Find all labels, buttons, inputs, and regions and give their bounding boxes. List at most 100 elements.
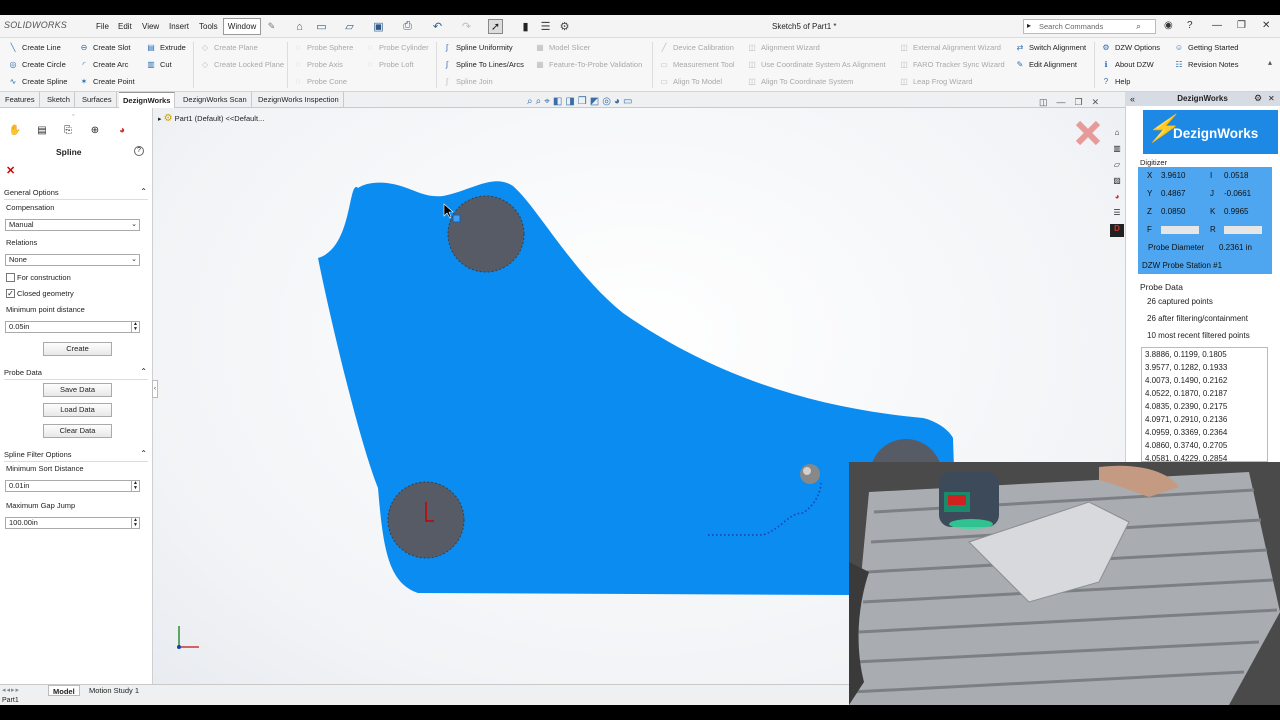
task-folder-icon[interactable]: ▱ [1110,160,1124,173]
spin-arrows-icon[interactable]: ▲ ▼ [131,518,139,528]
probe-cylinder-button[interactable]: ◌ Probe Cylinder [365,43,429,52]
task-appearance-icon[interactable]: ◕ [1110,192,1124,205]
menu-file[interactable]: File [96,22,109,31]
home-icon[interactable]: ⌂ [292,19,307,34]
tab-dezignworks-inspection[interactable]: DezignWorks Inspection [254,92,344,108]
viewport-split-icon[interactable]: ◫ [1039,97,1048,108]
minimize-icon[interactable]: — [1212,20,1222,31]
spin-arrows-icon[interactable]: ▲ ▼ [131,322,139,332]
list-item[interactable]: 4.0971, 0.2910, 0.2136 [1142,413,1267,426]
task-gallery-icon[interactable]: ▨ [1110,176,1124,189]
zoom-area-icon[interactable]: ⌕ [536,96,542,107]
create-plane-button[interactable]: ◇ Create Plane [200,43,258,52]
dynamic-annotation-icon[interactable]: ◨ [565,96,574,107]
collapse-chevron-icon[interactable]: ⌃ [140,187,147,196]
use-coord-system-button[interactable]: ◫ Use Coordinate System As Alignment [747,60,885,69]
configuration-manager-icon[interactable]: ⎘ [59,125,77,139]
pin-icon[interactable]: ✎ [264,19,279,34]
viewport-restore-icon[interactable]: ❐ [1075,97,1083,108]
restore-icon[interactable]: ❐ [1237,20,1246,31]
create-button[interactable]: Create [43,342,112,356]
undo-icon[interactable]: ↶ [430,19,445,34]
list-item[interactable]: 3.8886, 0.1199, 0.1805 [1142,348,1267,361]
tab-surfaces[interactable]: Surfaces [78,92,117,108]
switch-alignment-button[interactable]: ⇄ Switch Alignment [1015,43,1086,52]
probe-axis-button[interactable]: ◌ Probe Axis [293,60,343,69]
closed-geometry-checkbox[interactable]: ✓ [6,289,15,298]
display-style-icon[interactable]: ◩ [590,96,599,107]
tab-dezignworks[interactable]: DezignWorks [119,92,176,108]
panel-splitter-handle[interactable]: ◦ [72,112,74,119]
close-x-icon[interactable] [1075,120,1101,146]
save-icon[interactable]: ▣ [371,19,386,34]
align-to-coord-button[interactable]: ◫ Align To Coordinate System [747,77,853,86]
collapse-ribbon-icon[interactable]: ▴ [1268,58,1272,67]
probe-data-header[interactable]: Probe Data ⌃ [4,367,148,380]
list-item[interactable]: 4.0835, 0.2390, 0.2175 [1142,400,1267,413]
tab-model[interactable]: Model [48,685,80,696]
probe-loft-button[interactable]: ◌ Probe Loft [365,60,414,69]
print-icon[interactable]: ⎙ [400,19,415,34]
external-alignment-button[interactable]: ◫ External Alignment Wizard [899,43,1001,52]
menu-insert[interactable]: Insert [169,22,189,31]
spline-to-lines-button[interactable]: ∫ Spline To Lines/Arcs [442,60,524,69]
faro-sync-button[interactable]: ◫ FARO Tracker Sync Wizard [899,60,1004,69]
collapse-pane-icon[interactable]: « [1130,94,1135,104]
about-dzw-button[interactable]: ℹ About DZW [1101,60,1153,69]
task-parts-icon[interactable]: ▥ [1110,144,1124,157]
feature-to-probe-button[interactable]: ▦ Feature-To-Probe Validation [535,60,642,69]
getting-started-button[interactable]: ☺ Getting Started [1174,43,1239,52]
section-view-icon[interactable]: ◧ [553,96,562,107]
min-point-distance-input[interactable]: 0.05in ▲ ▼ [5,321,140,333]
device-calibration-button[interactable]: ╱ Device Calibration [659,43,734,52]
create-circle-button[interactable]: ◎ Create Circle [8,60,66,69]
model-slicer-button[interactable]: ▦ Model Slicer [535,43,590,52]
spline-uniformity-button[interactable]: ∫ Spline Uniformity [442,43,513,52]
viewport-minimize-icon[interactable]: — [1057,97,1066,108]
for-construction-checkbox[interactable] [6,273,15,282]
cancel-x-icon[interactable]: ✕ [6,164,15,177]
collapse-chevron-icon[interactable]: ⌃ [140,449,147,458]
hide-show-icon[interactable]: ◎ [602,96,611,107]
view-orientation-icon[interactable]: ❒ [578,96,587,107]
tab-dezignworks-scan[interactable]: DezignWorks Scan [179,92,252,108]
task-dezignworks-icon[interactable]: D [1110,224,1124,237]
probe-cone-button[interactable]: ◌ Probe Cone [293,77,347,86]
task-home-icon[interactable]: ⌂ [1110,128,1124,141]
dimxpert-icon[interactable]: ⊕ [86,125,104,139]
tab-scroll-arrows-icon[interactable]: ◂◂▸▸ [2,686,20,694]
account-icon[interactable]: ◉ [1164,20,1173,31]
create-line-button[interactable]: ╲ Create Line [8,43,61,52]
close-icon[interactable]: ✕ [1262,20,1270,31]
list-item[interactable]: 4.0959, 0.3369, 0.2364 [1142,426,1267,439]
tab-features[interactable]: Features [1,92,40,108]
collapse-chevron-icon[interactable]: ⌃ [140,367,147,376]
compensation-select[interactable]: Manual ⌄ [5,219,140,231]
open-folder-icon[interactable]: ▱ [342,19,357,34]
help-question-icon[interactable]: ? [134,146,144,156]
probe-points-list[interactable]: 3.8886, 0.1199, 0.1805 3.9577, 0.1282, 0… [1141,347,1268,462]
measurement-tool-button[interactable]: ▭ Measurement Tool [659,60,734,69]
tab-motion-study[interactable]: Motion Study 1 [85,685,143,696]
clear-data-button[interactable]: Clear Data [43,424,112,438]
panel-collapse-handle[interactable]: ‹ [152,380,158,398]
options-gear-icon[interactable]: ⚙ [557,19,572,34]
create-arc-button[interactable]: ◜ Create Arc [79,60,128,69]
pane-close-icon[interactable]: ✕ [1268,94,1275,103]
align-to-model-button[interactable]: ▭ Align To Model [659,77,722,86]
create-spline-button[interactable]: ∿ Create Spline [8,77,68,86]
leap-frog-button[interactable]: ◫ Leap Frog Wizard [899,77,972,86]
file-properties-icon[interactable]: ☰ [538,19,553,34]
help-button[interactable]: ? Help [1101,77,1131,86]
scene-icon[interactable]: ▭ [623,96,632,107]
spline-filter-header[interactable]: Spline Filter Options ⌃ [4,449,148,462]
relations-select[interactable]: None ⌄ [5,254,140,266]
list-item[interactable]: 4.0073, 0.1490, 0.2162 [1142,374,1267,387]
list-item[interactable]: 3.9577, 0.1282, 0.1933 [1142,361,1267,374]
list-item[interactable]: 4.0522, 0.1870, 0.2187 [1142,387,1267,400]
help-icon[interactable]: ? [1187,20,1193,31]
edit-alignment-button[interactable]: ✎ Edit Alignment [1015,60,1077,69]
zoom-to-fit-icon[interactable]: ⌕ [527,96,533,107]
rebuild-icon[interactable]: ▮ [518,19,533,34]
save-data-button[interactable]: Save Data [43,383,112,397]
